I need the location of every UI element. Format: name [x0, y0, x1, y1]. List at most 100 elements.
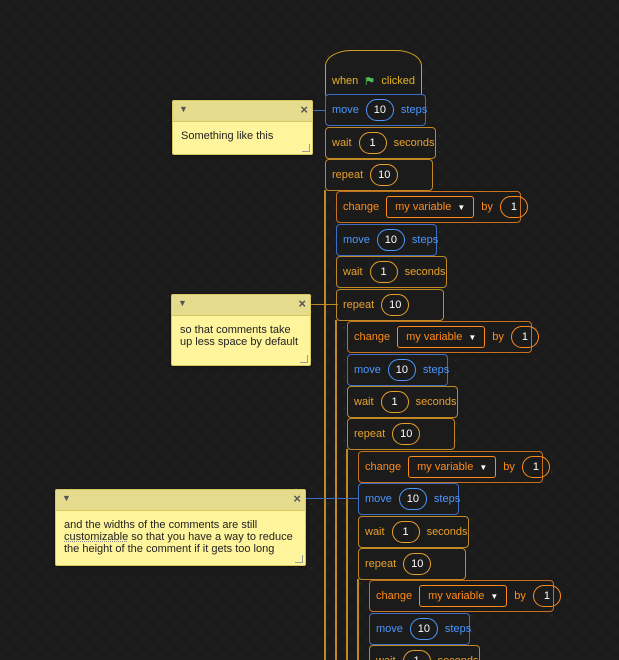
repeat-block[interactable]: repeat 10 — [336, 289, 444, 321]
steps-input[interactable]: 10 — [387, 359, 416, 381]
close-icon[interactable]: × — [298, 296, 306, 311]
variable-dropdown[interactable]: my variable ▼ — [386, 196, 475, 218]
repeat-block[interactable]: repeat 10 — [358, 548, 466, 580]
repeat-arm-4 — [357, 579, 359, 660]
move-steps-block[interactable]: move 10 steps — [325, 94, 428, 126]
resize-handle-icon[interactable] — [300, 355, 308, 363]
seconds-input[interactable]: 1 — [402, 650, 431, 660]
wait-seconds-block[interactable]: wait 1 seconds — [336, 256, 447, 288]
when-flag-clicked-block[interactable]: when clicked — [325, 50, 422, 98]
comment-note[interactable]: ▼ × and the widths of the comments are s… — [55, 489, 306, 566]
steps-input[interactable]: 10 — [398, 488, 427, 510]
change-amount-input[interactable]: 1 — [510, 326, 539, 348]
collapse-chevron-icon[interactable]: ▼ — [179, 104, 188, 114]
change-variable-block[interactable]: change my variable ▼ by 1 — [347, 321, 539, 353]
variable-dropdown[interactable]: my variable ▼ — [408, 456, 497, 478]
variable-name: my variable — [428, 590, 485, 602]
resize-handle-icon[interactable] — [295, 555, 303, 563]
wait-seconds-block[interactable]: wait 1 seconds — [347, 386, 458, 418]
seconds-input[interactable]: 1 — [391, 521, 420, 543]
steps-label: steps — [433, 493, 461, 505]
comment-connector — [310, 304, 338, 305]
close-icon[interactable]: × — [300, 102, 308, 117]
collapse-chevron-icon[interactable]: ▼ — [62, 493, 71, 503]
change-label: change — [343, 201, 380, 213]
repeat-count-input[interactable]: 10 — [370, 164, 399, 186]
comment-underlined-word: customizable — [64, 531, 129, 543]
repeat-count-input[interactable]: 10 — [381, 294, 410, 316]
by-label: by — [492, 331, 504, 343]
variable-dropdown[interactable]: my variable ▼ — [397, 326, 486, 348]
comment-connector — [312, 110, 326, 111]
comment-text[interactable]: Something like this — [173, 122, 312, 142]
steps-label: steps — [411, 234, 439, 246]
wait-label: wait — [365, 526, 385, 538]
change-variable-block[interactable]: change my variable ▼ by 1 — [369, 580, 561, 612]
move-label: move — [376, 623, 403, 635]
change-amount-input[interactable]: 1 — [532, 585, 561, 607]
repeat-count-input[interactable]: 10 — [403, 553, 432, 575]
seconds-input[interactable]: 1 — [358, 132, 387, 154]
clicked-label: clicked — [381, 75, 415, 87]
wait-label: wait — [354, 396, 374, 408]
change-label: change — [376, 590, 413, 602]
comment-note[interactable]: ▼ × Something like this — [172, 100, 313, 155]
wait-seconds-block[interactable]: wait 1 seconds — [358, 516, 469, 548]
by-label: by — [481, 201, 493, 213]
seconds-input[interactable]: 1 — [369, 261, 398, 283]
change-label: change — [365, 461, 402, 473]
wait-label: wait — [332, 137, 352, 149]
seconds-label: seconds — [404, 266, 446, 278]
move-label: move — [332, 104, 359, 116]
move-steps-block[interactable]: move 10 steps — [336, 224, 439, 256]
change-amount-input[interactable]: 1 — [521, 456, 550, 478]
repeat-arm-3 — [346, 449, 348, 660]
wait-label: wait — [376, 655, 396, 660]
steps-input[interactable]: 10 — [365, 99, 394, 121]
code-workspace[interactable]: when clicked move 10 steps wait 1 second… — [0, 0, 619, 660]
wait-seconds-block[interactable]: wait 1 seconds — [369, 645, 480, 660]
seconds-label: seconds — [438, 655, 479, 660]
change-variable-block[interactable]: change my variable ▼ by 1 — [358, 451, 550, 483]
move-label: move — [365, 493, 392, 505]
wait-seconds-block[interactable]: wait 1 seconds — [325, 127, 436, 159]
repeat-arm-2 — [335, 320, 337, 660]
seconds-input[interactable]: 1 — [380, 391, 409, 413]
comment-text-part: and the widths of the comments are still — [64, 519, 258, 531]
repeat-label: repeat — [343, 299, 375, 311]
repeat-block[interactable]: repeat 10 — [325, 159, 433, 191]
steps-label: steps — [400, 104, 428, 116]
variable-name: my variable — [406, 331, 463, 343]
steps-input[interactable]: 10 — [409, 618, 438, 640]
collapse-chevron-icon[interactable]: ▼ — [178, 298, 187, 308]
steps-input[interactable]: 10 — [376, 229, 405, 251]
chevron-down-icon: ▼ — [479, 462, 488, 472]
seconds-label: seconds — [426, 526, 468, 538]
seconds-label: seconds — [393, 137, 435, 149]
comment-text[interactable]: so that comments take up less space by d… — [172, 316, 310, 348]
change-amount-input[interactable]: 1 — [499, 196, 528, 218]
move-steps-block[interactable]: move 10 steps — [358, 483, 461, 515]
comment-text[interactable]: and the widths of the comments are still… — [56, 511, 305, 555]
comment-header[interactable]: ▼ × — [173, 101, 312, 122]
move-steps-block[interactable]: move 10 steps — [347, 354, 449, 386]
close-icon[interactable]: × — [293, 491, 301, 506]
move-label: move — [343, 234, 370, 246]
repeat-count-input[interactable]: 10 — [392, 423, 421, 445]
change-variable-block[interactable]: change my variable ▼ by 1 — [336, 191, 528, 223]
comment-note[interactable]: ▼ × so that comments take up less space … — [171, 294, 311, 366]
chevron-down-icon: ▼ — [457, 202, 466, 212]
repeat-block[interactable]: repeat 10 — [347, 418, 455, 450]
by-label: by — [503, 461, 515, 473]
wait-label: wait — [343, 266, 363, 278]
steps-label: steps — [444, 623, 472, 635]
move-steps-block[interactable]: move 10 steps — [369, 613, 472, 645]
green-flag-icon — [366, 77, 374, 85]
variable-dropdown[interactable]: my variable ▼ — [419, 585, 508, 607]
comment-header[interactable]: ▼ × — [56, 490, 305, 511]
comment-header[interactable]: ▼ × — [172, 295, 310, 316]
change-label: change — [354, 331, 391, 343]
variable-name: my variable — [395, 201, 452, 213]
resize-handle-icon[interactable] — [302, 144, 310, 152]
move-label: move — [354, 364, 381, 376]
